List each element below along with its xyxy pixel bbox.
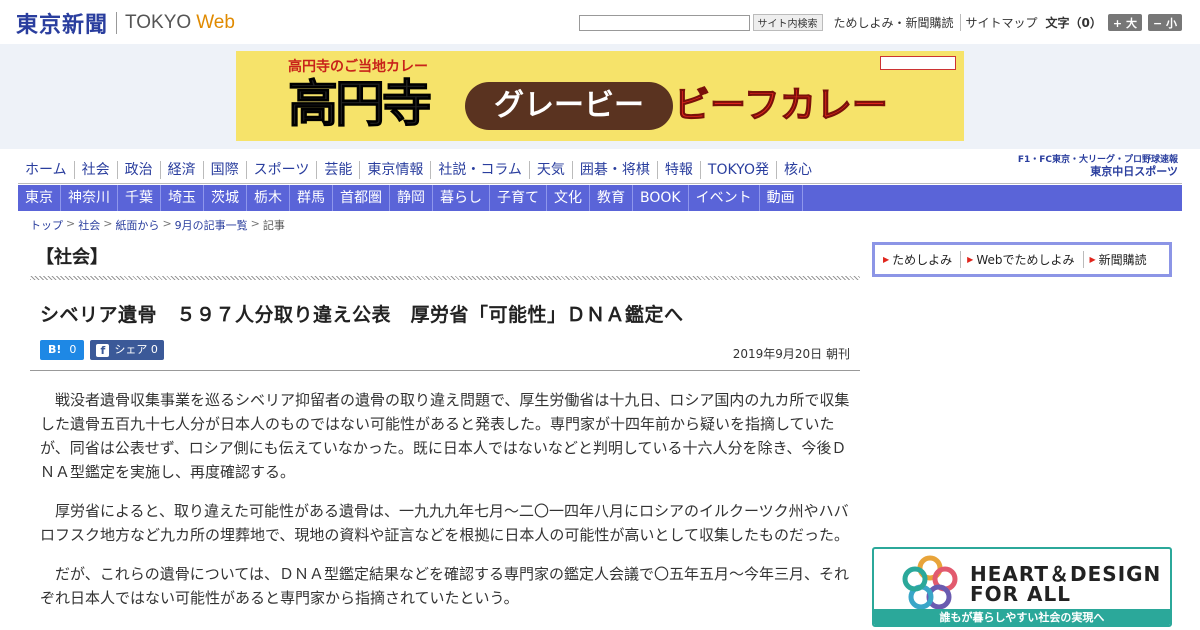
sidebar-link-label: ためしよみ bbox=[892, 253, 953, 267]
breadcrumb-separator-icon: > bbox=[103, 217, 113, 230]
nav-kakushin[interactable]: 核心 bbox=[777, 161, 819, 179]
subnav-shutoken[interactable]: 首都圏 bbox=[333, 185, 390, 211]
article-divider bbox=[30, 370, 860, 371]
sub-nav: 東京 神奈川 千葉 埼玉 茨城 栃木 群馬 首都圏 静岡 暮らし 子育て 文化 … bbox=[18, 185, 1182, 211]
curry-ad-banner[interactable]: 高円寺のご当地カレー 高円寺 グレービー ビーフカレー bbox=[236, 51, 964, 141]
font-size-label: 文字（0） bbox=[1045, 16, 1102, 30]
subnav-event[interactable]: イベント bbox=[689, 185, 760, 211]
nav-go-shogi[interactable]: 囲碁・将棋 bbox=[573, 161, 658, 179]
nav-weather[interactable]: 天気 bbox=[530, 161, 573, 179]
nav-entertainment[interactable]: 芸能 bbox=[317, 161, 361, 179]
subnav-education[interactable]: 教育 bbox=[590, 185, 633, 211]
subnav-tokyo[interactable]: 東京 bbox=[18, 185, 61, 211]
article-paragraph: 厚労省によると、取り違えた可能性がある遺骨は、一九九九年七月～二〇一四年八月にロ… bbox=[40, 502, 849, 544]
section-title: 【社会】 bbox=[36, 247, 108, 268]
nav-international[interactable]: 国際 bbox=[204, 161, 247, 179]
subnav-kanagawa[interactable]: 神奈川 bbox=[61, 185, 118, 211]
ad-beef-curry: ビーフカレー bbox=[674, 85, 889, 127]
article-paragraph: だが、これらの遺骨については、ＤＮＡ型鑑定結果などを確認する専門家の鑑定人会議で… bbox=[40, 565, 849, 607]
nav-tokyo-hatsu[interactable]: TOKYO発 bbox=[701, 161, 777, 179]
sidebar-link-trial[interactable]: ▶ ためしよみ bbox=[883, 251, 962, 268]
subnav-parenting[interactable]: 子育て bbox=[490, 185, 547, 211]
hatena-bookmark-count: 0 bbox=[69, 343, 77, 356]
subnav-ibaraki[interactable]: 茨城 bbox=[204, 185, 247, 211]
arrow-right-icon: ▶ bbox=[883, 255, 890, 264]
logo-web: Web bbox=[196, 12, 235, 33]
site-search-input[interactable] bbox=[578, 14, 750, 31]
subnav-saitama[interactable]: 埼玉 bbox=[161, 185, 204, 211]
breadcrumb-month-list[interactable]: 9月の記事一覧 bbox=[175, 217, 248, 233]
facebook-share-label: シェア bbox=[114, 343, 148, 356]
nav-economy[interactable]: 経済 bbox=[161, 161, 204, 179]
subnav-living[interactable]: 暮らし bbox=[433, 185, 490, 211]
nav-sports[interactable]: スポーツ bbox=[247, 161, 318, 179]
site-logo[interactable]: 東京新聞 TOKYO Web bbox=[16, 9, 235, 38]
link-sitemap[interactable]: サイトマップ bbox=[959, 14, 1038, 31]
arrow-right-icon: ▶ bbox=[967, 255, 974, 264]
breadcrumb-separator-icon: > bbox=[162, 217, 172, 230]
article-body: 戦没者遺骨収集事業を巡るシベリア抑留者の遺骨の取り違え問題で、厚生労働省は十九日… bbox=[40, 388, 852, 625]
breadcrumb-current: 記事 bbox=[262, 219, 285, 232]
subnav-book[interactable]: BOOK bbox=[633, 185, 689, 211]
sidebar-link-subscribe[interactable]: ▶ 新聞購読 bbox=[1090, 251, 1155, 268]
sidebar-link-label: 新聞購読 bbox=[1098, 253, 1147, 267]
logo-tokyo-shimbun: 東京新聞 bbox=[16, 12, 109, 38]
font-smaller-button[interactable]: − 小 bbox=[1147, 14, 1182, 31]
breadcrumb-separator-icon: > bbox=[66, 217, 76, 230]
breadcrumb: トップ > 社会 > 紙面から > 9月の記事一覧 > 記事 bbox=[30, 217, 285, 233]
subnav-tochigi[interactable]: 栃木 bbox=[247, 185, 290, 211]
site-header: 東京新聞 TOKYO Web サイト内検索 ためしよみ・新聞購読 サイトマップ … bbox=[0, 0, 1200, 44]
article-headline: シベリア遺骨 ５９７人分取り違え公表 厚労省「可能性」ＤＮＡ鑑定へ bbox=[40, 304, 684, 326]
facebook-share-count: 0 bbox=[150, 343, 158, 356]
ad-badge-icon bbox=[880, 56, 956, 70]
logo-divider bbox=[116, 12, 118, 34]
sidebar-link-web-trial[interactable]: ▶ Webでためしよみ bbox=[967, 251, 1084, 268]
breadcrumb-top[interactable]: トップ bbox=[30, 217, 63, 233]
arrow-right-icon: ▶ bbox=[1089, 255, 1096, 264]
publication-date: 2019年9月20日 朝刊 bbox=[732, 347, 850, 361]
breadcrumb-society[interactable]: 社会 bbox=[78, 217, 100, 233]
section-title-divider bbox=[30, 276, 860, 280]
subscription-links-box: ▶ ためしよみ ▶ Webでためしよみ ▶ 新聞購読 bbox=[872, 242, 1172, 277]
site-search-button[interactable]: サイト内検索 bbox=[752, 14, 823, 31]
facebook-share-button[interactable]: f シェア 0 bbox=[90, 340, 164, 360]
breadcrumb-from-paper[interactable]: 紙面から bbox=[115, 217, 159, 233]
chunichi-sports-logo[interactable]: F1・FC東京・大リーグ・プロ野球速報 東京中日スポーツ bbox=[1018, 154, 1178, 178]
facebook-icon: f bbox=[96, 343, 110, 357]
header-tools: サイト内検索 ためしよみ・新聞購読 サイトマップ 文字（0） + 大 − 小 bbox=[578, 14, 1182, 31]
link-trial-subscribe[interactable]: ためしよみ・新聞購読 bbox=[829, 14, 954, 31]
nav-politics[interactable]: 政治 bbox=[118, 161, 161, 179]
flower-logo-icon bbox=[902, 555, 958, 610]
subnav-chiba[interactable]: 千葉 bbox=[118, 185, 161, 211]
share-buttons: B! 0 f シェア 0 bbox=[40, 340, 164, 360]
sidebar-link-label: Webでためしよみ bbox=[976, 253, 1075, 267]
subnav-video[interactable]: 動画 bbox=[760, 185, 803, 211]
nav-editorial-column[interactable]: 社説・コラム bbox=[431, 161, 530, 179]
heart-ad-tagline: 誰もが暮らしやすい社会の実現へ bbox=[874, 609, 1170, 625]
sports-logo-name: 東京中日スポーツ bbox=[1090, 165, 1178, 178]
nav-tokyo-info[interactable]: 東京情報 bbox=[360, 161, 432, 179]
nav-home[interactable]: ホーム bbox=[18, 161, 75, 179]
subnav-culture[interactable]: 文化 bbox=[547, 185, 590, 211]
hatena-bookmark-icon: B! bbox=[48, 343, 62, 356]
ad-band: 高円寺のご当地カレー 高円寺 グレービー ビーフカレー bbox=[0, 44, 1200, 149]
ad-gravy-pill: グレービー bbox=[465, 82, 673, 130]
article-paragraph: 戦没者遺骨収集事業を巡るシベリア抑留者の遺骨の取り違え問題で、厚生労働省は十九日… bbox=[40, 391, 850, 481]
font-bigger-button[interactable]: + 大 bbox=[1107, 14, 1142, 31]
hatena-bookmark-button[interactable]: B! 0 bbox=[40, 340, 85, 360]
heart-design-ad-banner[interactable]: HEART＆DESIGN FOR ALL 誰もが暮らしやすい社会の実現へ bbox=[872, 547, 1172, 627]
nav-society[interactable]: 社会 bbox=[75, 161, 118, 179]
nav-tokuho[interactable]: 特報 bbox=[658, 161, 701, 179]
breadcrumb-separator-icon: > bbox=[250, 217, 260, 230]
subnav-gunma[interactable]: 群馬 bbox=[290, 185, 333, 211]
subnav-shizuoka[interactable]: 静岡 bbox=[390, 185, 433, 211]
logo-tokyo: TOKYO bbox=[125, 12, 192, 33]
main-nav: ホーム 社会 政治 経済 国際 スポーツ 芸能 東京情報 社説・コラム 天気 囲… bbox=[18, 154, 1182, 184]
ad-kouenji: 高円寺 bbox=[288, 75, 433, 134]
heart-ad-line2: FOR ALL bbox=[970, 582, 1071, 606]
